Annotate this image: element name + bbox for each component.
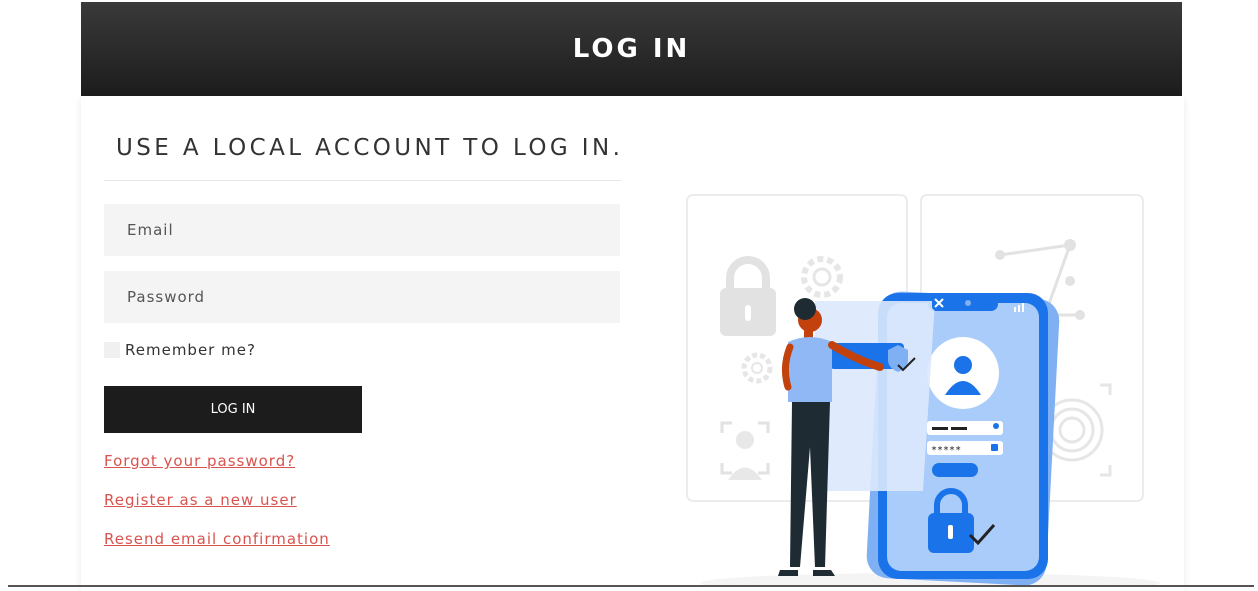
illustration-svg: ***** [686, 194, 1160, 591]
gear-icon [741, 352, 773, 384]
page-title: LOG IN [572, 34, 691, 64]
subtitle-divider [104, 180, 621, 181]
form-subtitle: USE A LOCAL ACCOUNT TO LOG IN. [116, 135, 624, 161]
forgot-password-link[interactable]: Forgot your password? [104, 452, 295, 470]
gear-icon [801, 256, 843, 298]
email-field[interactable] [104, 204, 620, 256]
page-header: LOG IN [81, 2, 1182, 96]
password-mask: ***** [931, 445, 961, 456]
remember-me-checkbox[interactable] [104, 342, 120, 358]
password-field[interactable] [104, 271, 620, 323]
user-icon [927, 337, 999, 409]
login-illustration: ***** [640, 185, 1160, 591]
face-scan-icon [720, 421, 770, 480]
remember-me-label: Remember me? [125, 341, 256, 359]
padlock-icon [720, 256, 776, 336]
remember-me[interactable]: Remember me? [104, 341, 256, 359]
close-icon [932, 296, 946, 310]
resend-confirmation-link[interactable]: Resend email confirmation [104, 530, 330, 548]
login-button[interactable]: LOG IN [104, 386, 362, 433]
bottom-border [8, 585, 1254, 587]
register-link[interactable]: Register as a new user [104, 491, 297, 509]
